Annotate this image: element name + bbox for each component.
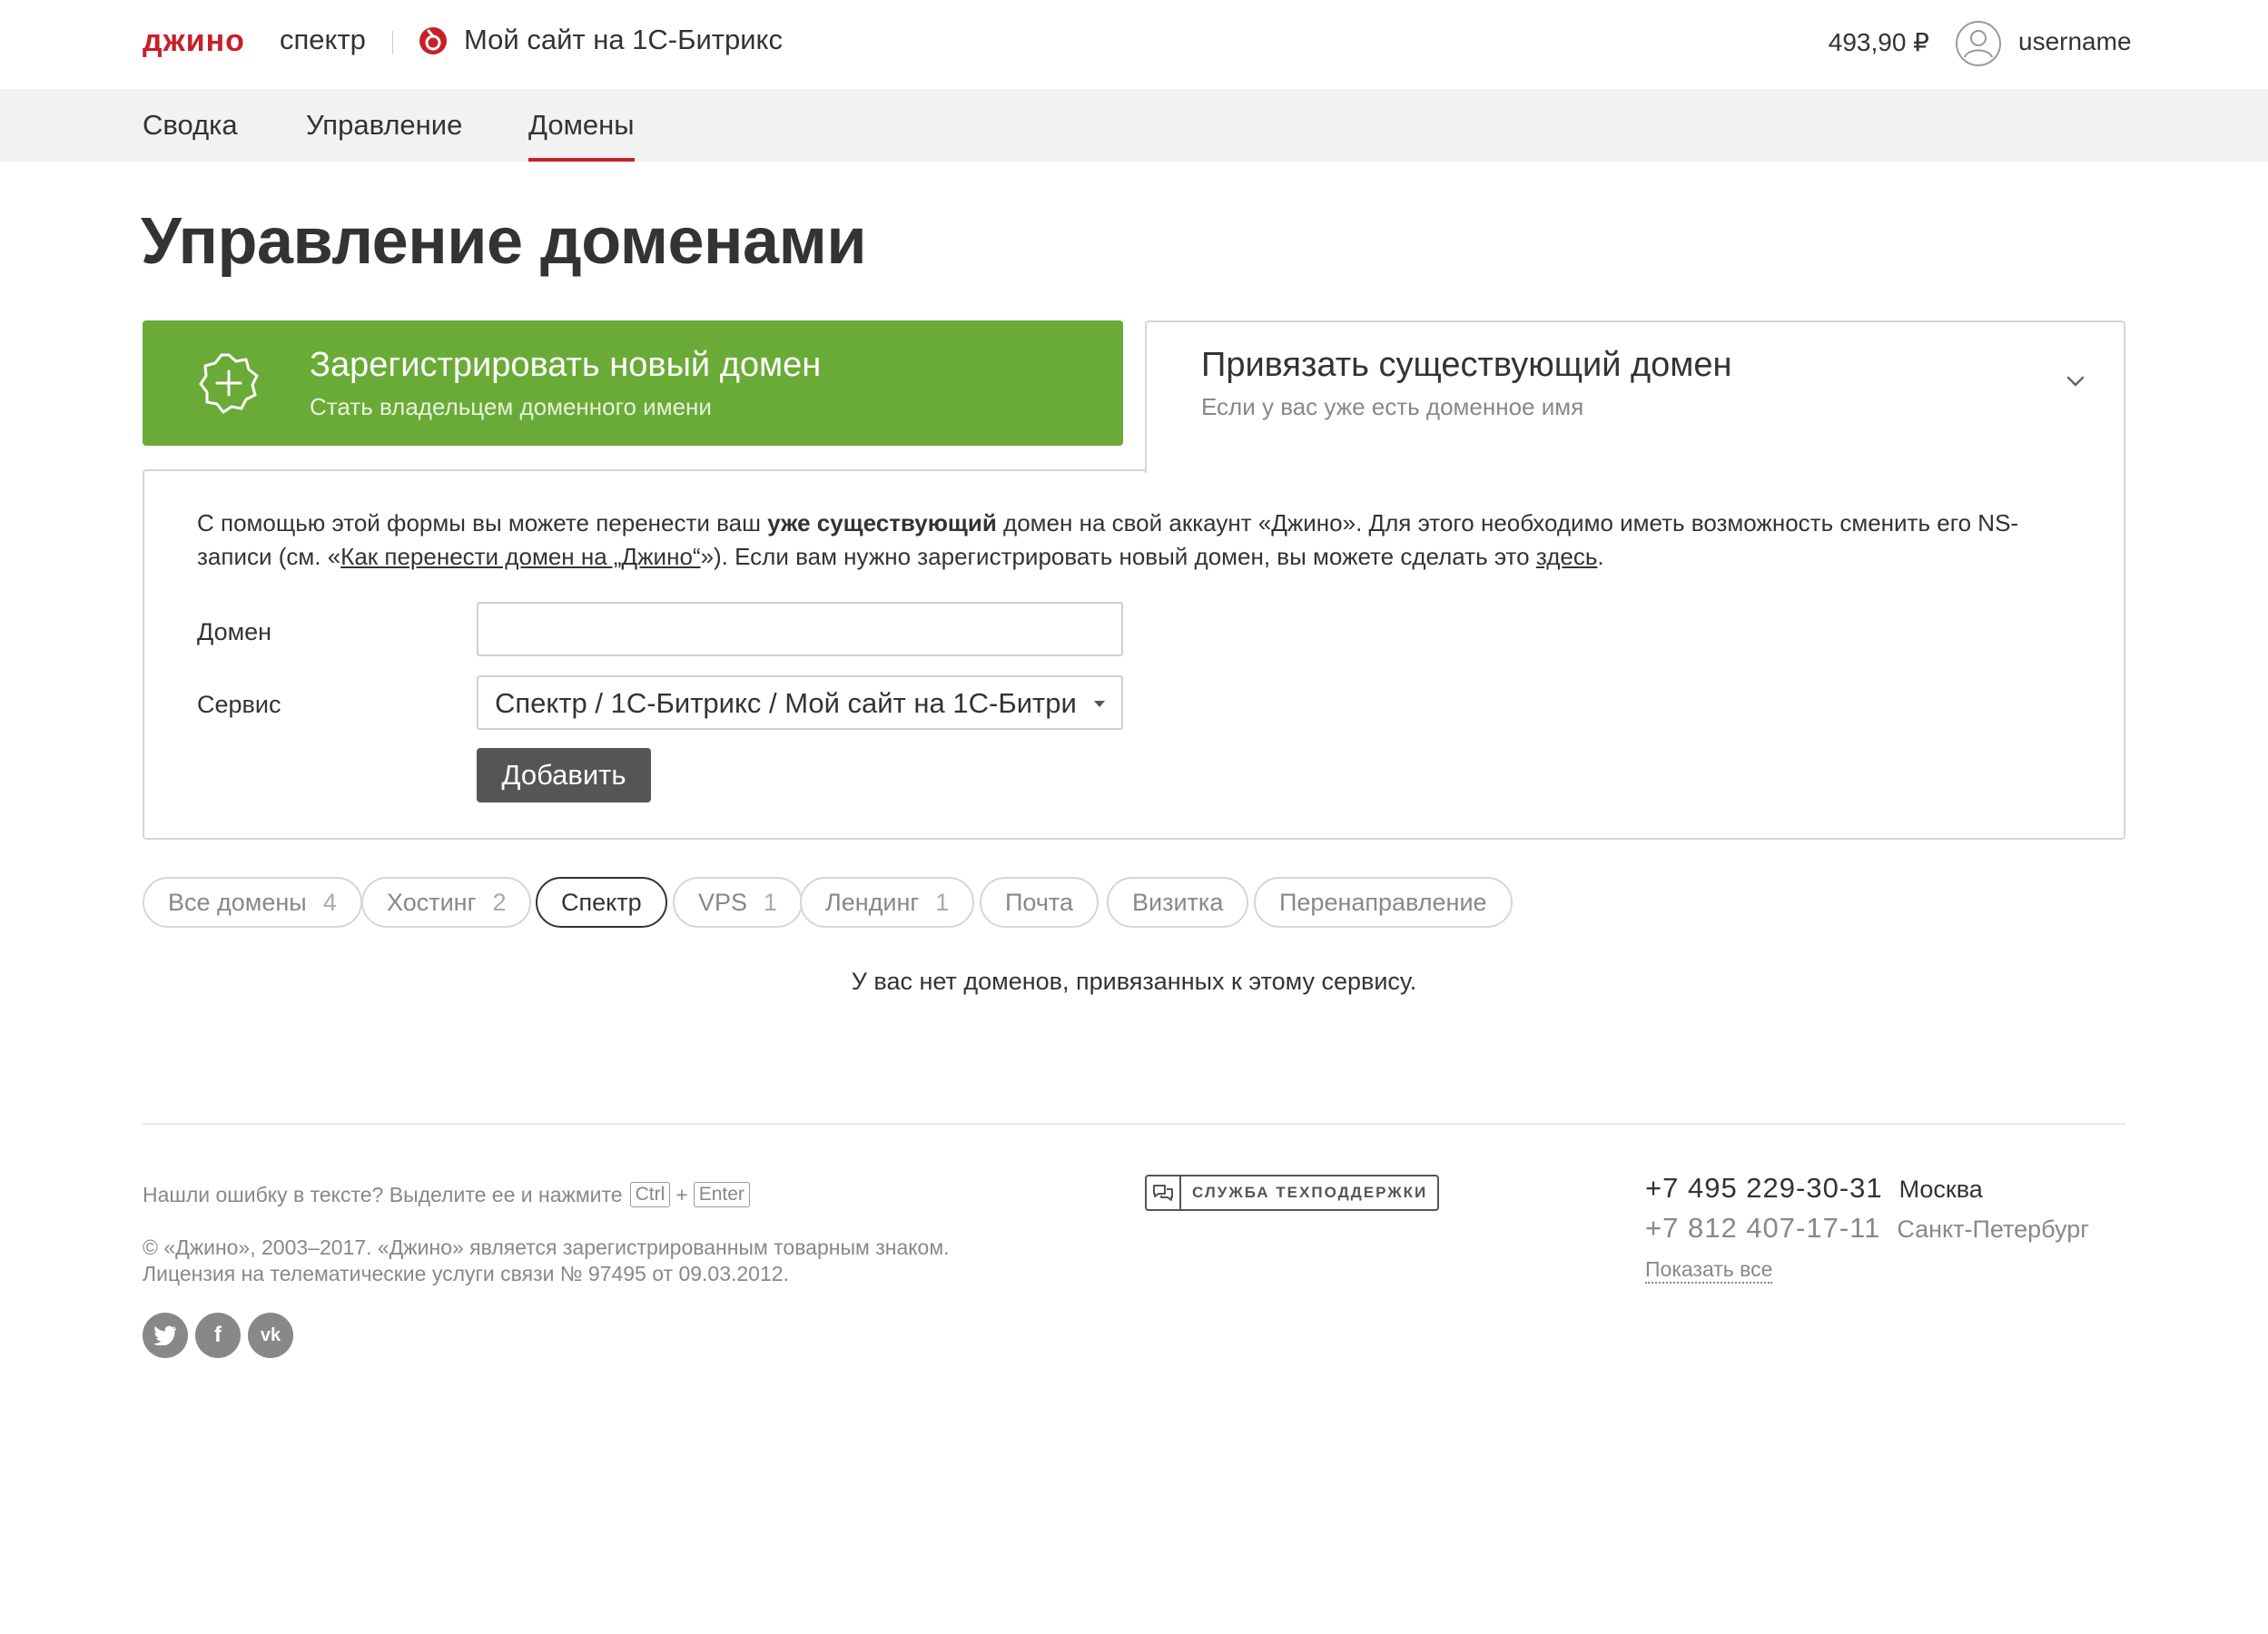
- site-name[interactable]: Мой сайт на 1С-Битрикс: [464, 24, 783, 56]
- error-report-hint: Нашли ошибку в тексте? Выделите ее и наж…: [143, 1182, 755, 1207]
- register-card-title: Зарегистрировать новый домен: [310, 346, 822, 384]
- filter-label: Лендинг: [825, 888, 920, 916]
- copyright-line: © «Джино», 2003–2017. «Джино» является з…: [143, 1235, 950, 1259]
- register-card-subtitle: Стать владельцем доменного имени: [310, 393, 712, 420]
- phone-number: +7 495 229-30-31: [1645, 1172, 1883, 1204]
- license-line: Лицензия на телематические услуги связи …: [143, 1262, 789, 1285]
- error-hint-text: Нашли ошибку в тексте? Выделите ее и наж…: [143, 1182, 623, 1206]
- badge-plus-icon: [199, 353, 259, 414]
- copyright: © «Джино», 2003–2017. «Джино» является з…: [143, 1235, 950, 1287]
- register-domain-button[interactable]: Зарегистрировать новый домен Стать владе…: [143, 320, 1123, 446]
- service-select-value: Спектр / 1С-Битрикс / Мой сайт на 1С-Бит…: [495, 687, 1076, 719]
- support-button[interactable]: СЛУЖБА ТЕХПОДДЕРЖКИ: [1145, 1175, 1439, 1211]
- filter-label: Хостинг: [387, 888, 477, 916]
- domain-label: Домен: [197, 618, 272, 645]
- header-divider: [392, 31, 393, 54]
- attach-domain-tab[interactable]: Привязать существующий домен Если у вас …: [1145, 320, 2125, 473]
- filter-count: 2: [492, 888, 507, 916]
- phone-city: Санкт-Петербург: [1897, 1216, 2090, 1243]
- phone-moscow[interactable]: +7 495 229-30-31 Москва: [1645, 1172, 1983, 1205]
- phone-number: +7 812 407-17-11: [1645, 1212, 1881, 1244]
- tab-management[interactable]: Управление: [306, 109, 462, 142]
- filter-all-domains[interactable]: Все домены 4: [143, 877, 362, 928]
- phone-city: Москва: [1898, 1176, 1983, 1203]
- desc-bold: уже существующий: [767, 509, 997, 536]
- main-nav: Сводка Управление Домены: [0, 89, 2268, 162]
- bitrix-icon: [419, 27, 447, 54]
- page-title: Управление доменами: [141, 205, 867, 278]
- filter-label: Перенаправление: [1279, 888, 1487, 916]
- phone-spb[interactable]: +7 812 407-17-11 Санкт-Петербург: [1645, 1212, 2089, 1245]
- username[interactable]: username: [2018, 27, 2132, 56]
- tab-domains[interactable]: Домены: [528, 109, 635, 162]
- filter-label: Все домены: [168, 888, 307, 916]
- attach-card-subtitle: Если у вас уже есть доменное имя: [1201, 393, 1584, 420]
- support-label: СЛУЖБА ТЕХПОДДЕРЖКИ: [1192, 1184, 1428, 1201]
- vk-icon[interactable]: vk: [248, 1313, 293, 1358]
- filter-mail[interactable]: Почта: [980, 877, 1099, 928]
- filter-count: 4: [322, 888, 337, 916]
- service-label: Сервис: [197, 691, 281, 718]
- show-all-phones-link[interactable]: Показать все: [1645, 1257, 1773, 1284]
- facebook-icon[interactable]: f: [195, 1313, 241, 1358]
- filter-count: 1: [764, 888, 778, 916]
- logo-subtitle: спектр: [280, 24, 366, 55]
- user-avatar-icon[interactable]: [1955, 20, 2002, 67]
- tab-summary[interactable]: Сводка: [143, 109, 238, 142]
- desc-part: С помощью этой формы вы можете перенести…: [197, 509, 768, 536]
- footer-divider: [143, 1123, 2125, 1125]
- jino-logo[interactable]: джино: [143, 24, 245, 59]
- filter-vizitka[interactable]: Визитка: [1107, 877, 1249, 928]
- filter-redirect[interactable]: Перенаправление: [1254, 877, 1513, 928]
- caret-down-icon: [1094, 701, 1105, 707]
- empty-state-message: У вас нет доменов, привязанных к этому с…: [851, 968, 1417, 995]
- transfer-guide-link[interactable]: Как перенести домен на „Джино“: [340, 543, 700, 570]
- enter-key: Enter: [693, 1182, 750, 1207]
- plus-sign: +: [675, 1182, 688, 1206]
- filter-label: Визитка: [1132, 888, 1224, 916]
- twitter-icon[interactable]: [143, 1313, 188, 1358]
- register-here-link[interactable]: здесь: [1536, 543, 1598, 570]
- filter-vps[interactable]: VPS 1: [673, 877, 804, 928]
- attach-card-title: Привязать существующий домен: [1201, 346, 1732, 384]
- desc-part: »). Если вам нужно зарегистрировать новы…: [700, 543, 1536, 570]
- balance[interactable]: 493,90 ₽: [1829, 27, 1929, 57]
- domain-input[interactable]: [477, 602, 1123, 656]
- top-header: джино спектр Мой сайт на 1С-Битрикс 493,…: [0, 0, 2268, 89]
- service-select[interactable]: Спектр / 1С-Битрикс / Мой сайт на 1С-Бит…: [477, 675, 1123, 730]
- filter-label: VPS: [698, 888, 748, 916]
- desc-part: .: [1597, 543, 1604, 570]
- filter-hosting[interactable]: Хостинг 2: [361, 877, 532, 928]
- twitter-bird-icon: [153, 1325, 176, 1345]
- add-button[interactable]: Добавить: [477, 748, 651, 802]
- filter-spectr[interactable]: Спектр: [536, 877, 667, 928]
- filter-label: Спектр: [561, 888, 642, 916]
- filter-landing[interactable]: Лендинг 1: [800, 877, 975, 928]
- ctrl-key: Ctrl: [629, 1182, 671, 1207]
- filter-count: 1: [935, 888, 950, 916]
- chat-bubbles-icon: [1147, 1176, 1181, 1209]
- form-description: С помощью этой формы вы можете перенести…: [197, 507, 2067, 574]
- filter-label: Почта: [1005, 888, 1073, 916]
- chevron-down-icon[interactable]: [2064, 369, 2087, 393]
